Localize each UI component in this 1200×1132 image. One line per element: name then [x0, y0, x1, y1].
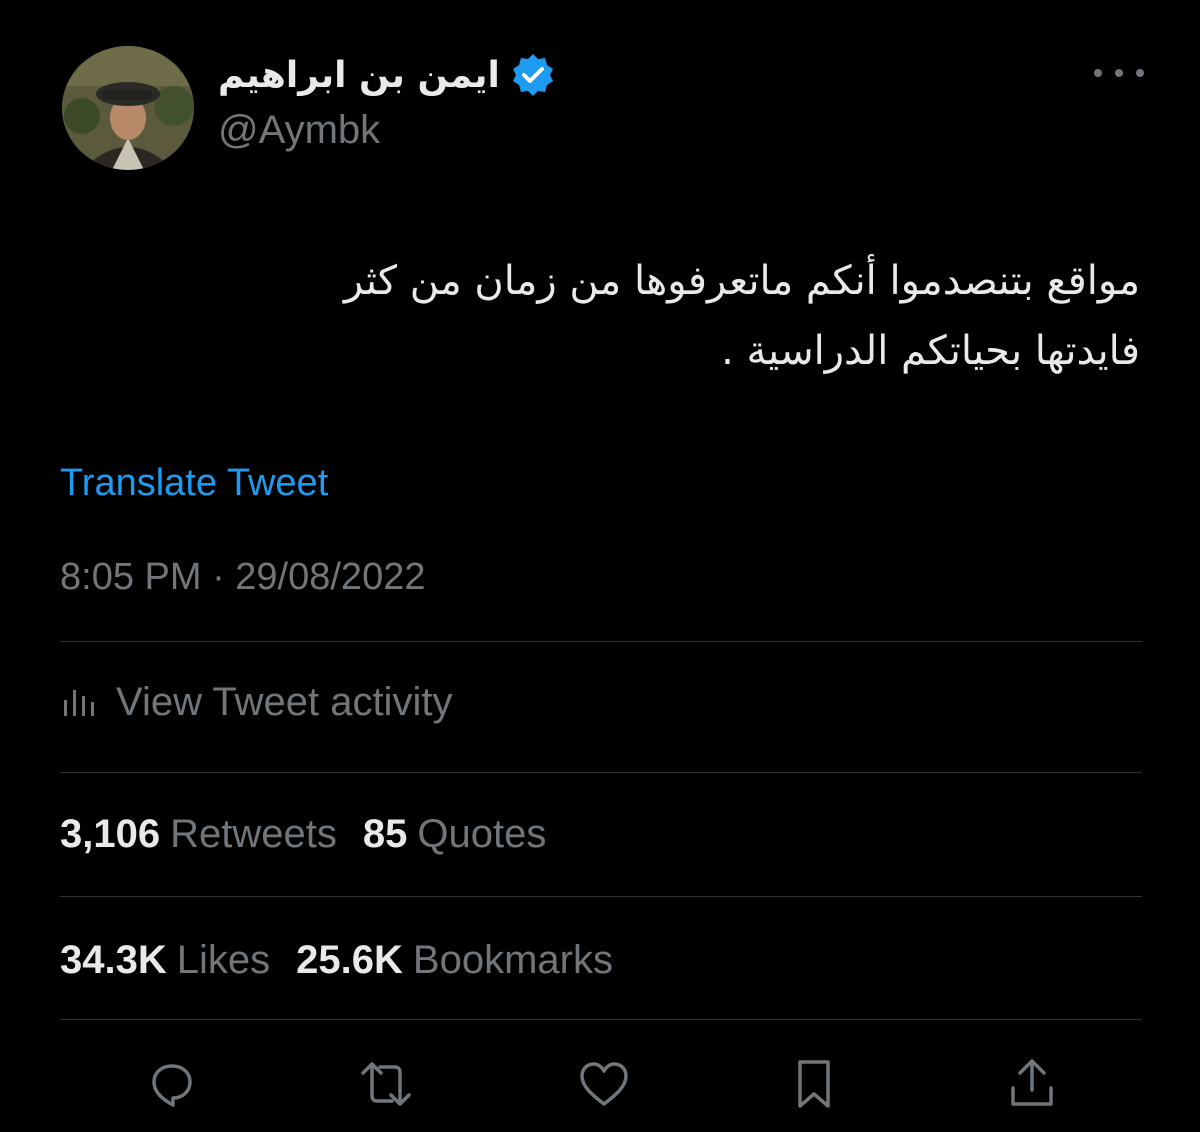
tweet-action-bar [0, 1052, 1200, 1116]
tweet-text-line: فايدتها بحياتكم الدراسية . [721, 328, 1140, 374]
bookmarks-label[interactable]: Bookmarks [413, 938, 613, 983]
user-handle[interactable]: @Aymbk [218, 108, 380, 153]
likes-label[interactable]: Likes [177, 938, 270, 983]
like-icon[interactable] [572, 1052, 636, 1116]
divider [60, 1019, 1142, 1020]
share-icon[interactable] [1000, 1052, 1064, 1116]
translate-tweet-link[interactable]: Translate Tweet [60, 462, 328, 505]
analytics-icon [60, 682, 96, 723]
bookmark-icon[interactable] [782, 1052, 846, 1116]
retweets-count[interactable]: 3,106 [60, 812, 160, 857]
reply-icon[interactable] [140, 1052, 204, 1116]
retweets-label[interactable]: Retweets [170, 812, 337, 857]
likes-count[interactable]: 34.3K [60, 938, 167, 983]
display-name[interactable]: ايمن بن ابراهيم [218, 50, 556, 100]
quotes-count[interactable]: 85 [363, 812, 408, 857]
tweet-text-line: مواقع بتنصدموا أنكم ماتعرفوها من زمان من… [343, 258, 1140, 304]
retweet-icon[interactable] [354, 1052, 418, 1116]
more-options-icon[interactable] [1094, 58, 1144, 88]
view-activity-button[interactable]: View Tweet activity [60, 672, 452, 732]
stats-row-likes: 34.3K Likes 25.6K Bookmarks [60, 930, 639, 990]
avatar-image [62, 46, 194, 170]
verified-badge-icon [510, 52, 556, 98]
display-name-text: ايمن بن ابراهيم [218, 54, 500, 96]
stats-row-retweets: 3,106 Retweets 85 Quotes [60, 804, 572, 864]
tweet-timestamp[interactable]: 8:05 PM · 29/08/2022 [60, 556, 425, 599]
divider [60, 896, 1142, 897]
quotes-label[interactable]: Quotes [417, 812, 546, 857]
avatar[interactable] [62, 46, 194, 170]
divider [60, 641, 1142, 642]
divider [60, 772, 1142, 773]
bookmarks-count[interactable]: 25.6K [296, 938, 403, 983]
view-activity-label: View Tweet activity [116, 679, 453, 724]
tweet-text: مواقع بتنصدموا أنكم ماتعرفوها من زمان من… [120, 246, 1140, 386]
